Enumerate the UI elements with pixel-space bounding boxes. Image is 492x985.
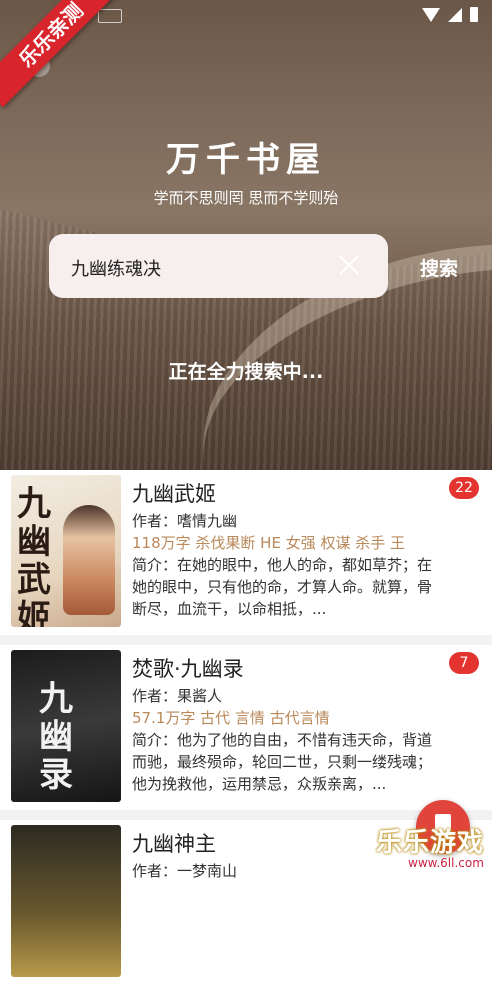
result-count-badge: 7 xyxy=(449,652,479,674)
search-input-value: 九幽练魂决 xyxy=(71,259,161,280)
book-author: 作者：嗜情九幽 xyxy=(132,512,238,530)
book-meta: 118万字 杀伐果断 HE 女强 权谋 杀手 王 xyxy=(132,534,405,552)
loading-status: 正在全力搜索中... xyxy=(168,361,324,383)
result-count-badge: 22 xyxy=(449,477,479,499)
cover-title: 九幽录 xyxy=(39,679,73,795)
book-author: 作者：果酱人 xyxy=(132,687,223,705)
app-title: 万千书屋 xyxy=(166,140,326,180)
book-title: 九幽武姬 xyxy=(132,482,216,506)
book-title: 九幽神主 xyxy=(132,832,216,856)
wifi-icon xyxy=(422,7,440,22)
cover-figure xyxy=(63,505,115,615)
signal-icon xyxy=(448,7,462,22)
book-cover: 九幽武姬 xyxy=(11,475,121,627)
book-meta: 57.1万字 古代 言情 古代言情 xyxy=(132,709,330,727)
cover-title: 九幽武姬 xyxy=(17,484,51,627)
watermark: 乐乐游戏 www.6ll.com xyxy=(370,822,492,874)
watermark-url: www.6ll.com xyxy=(408,856,484,870)
clear-icon[interactable] xyxy=(336,252,362,278)
list-item[interactable]: 九幽录 焚歌·九幽录 7 作者：果酱人 57.1万字 古代 言情 古代言情 简介… xyxy=(0,645,492,810)
book-author: 作者：一梦南山 xyxy=(132,862,238,880)
keyboard-icon xyxy=(98,9,122,23)
book-cover: 九幽录 xyxy=(11,650,121,802)
list-item[interactable]: 九幽武姬 九幽武姬 22 作者：嗜情九幽 118万字 杀伐果断 HE 女强 权谋… xyxy=(0,470,492,635)
search-button[interactable]: 搜索 xyxy=(420,254,458,281)
watermark-text: 乐乐游戏 xyxy=(376,828,485,858)
app-subtitle: 学而不思则罔 思而不学则殆 xyxy=(153,189,339,207)
book-title: 焚歌·九幽录 xyxy=(132,657,244,681)
battery-icon xyxy=(470,7,478,22)
book-cover xyxy=(11,825,121,977)
book-intro: 简介：他为了他的自由，不惜有违天命，背道而驰，最终殒命，轮回二世，只剩一缕残魂；… xyxy=(132,731,433,793)
search-input[interactable]: 九幽练魂决 xyxy=(49,234,388,298)
book-intro: 简介：在她的眼中，他人的命，都如草芥；在她的眼中，只有他的命，才算人命。就算，骨… xyxy=(132,556,433,618)
